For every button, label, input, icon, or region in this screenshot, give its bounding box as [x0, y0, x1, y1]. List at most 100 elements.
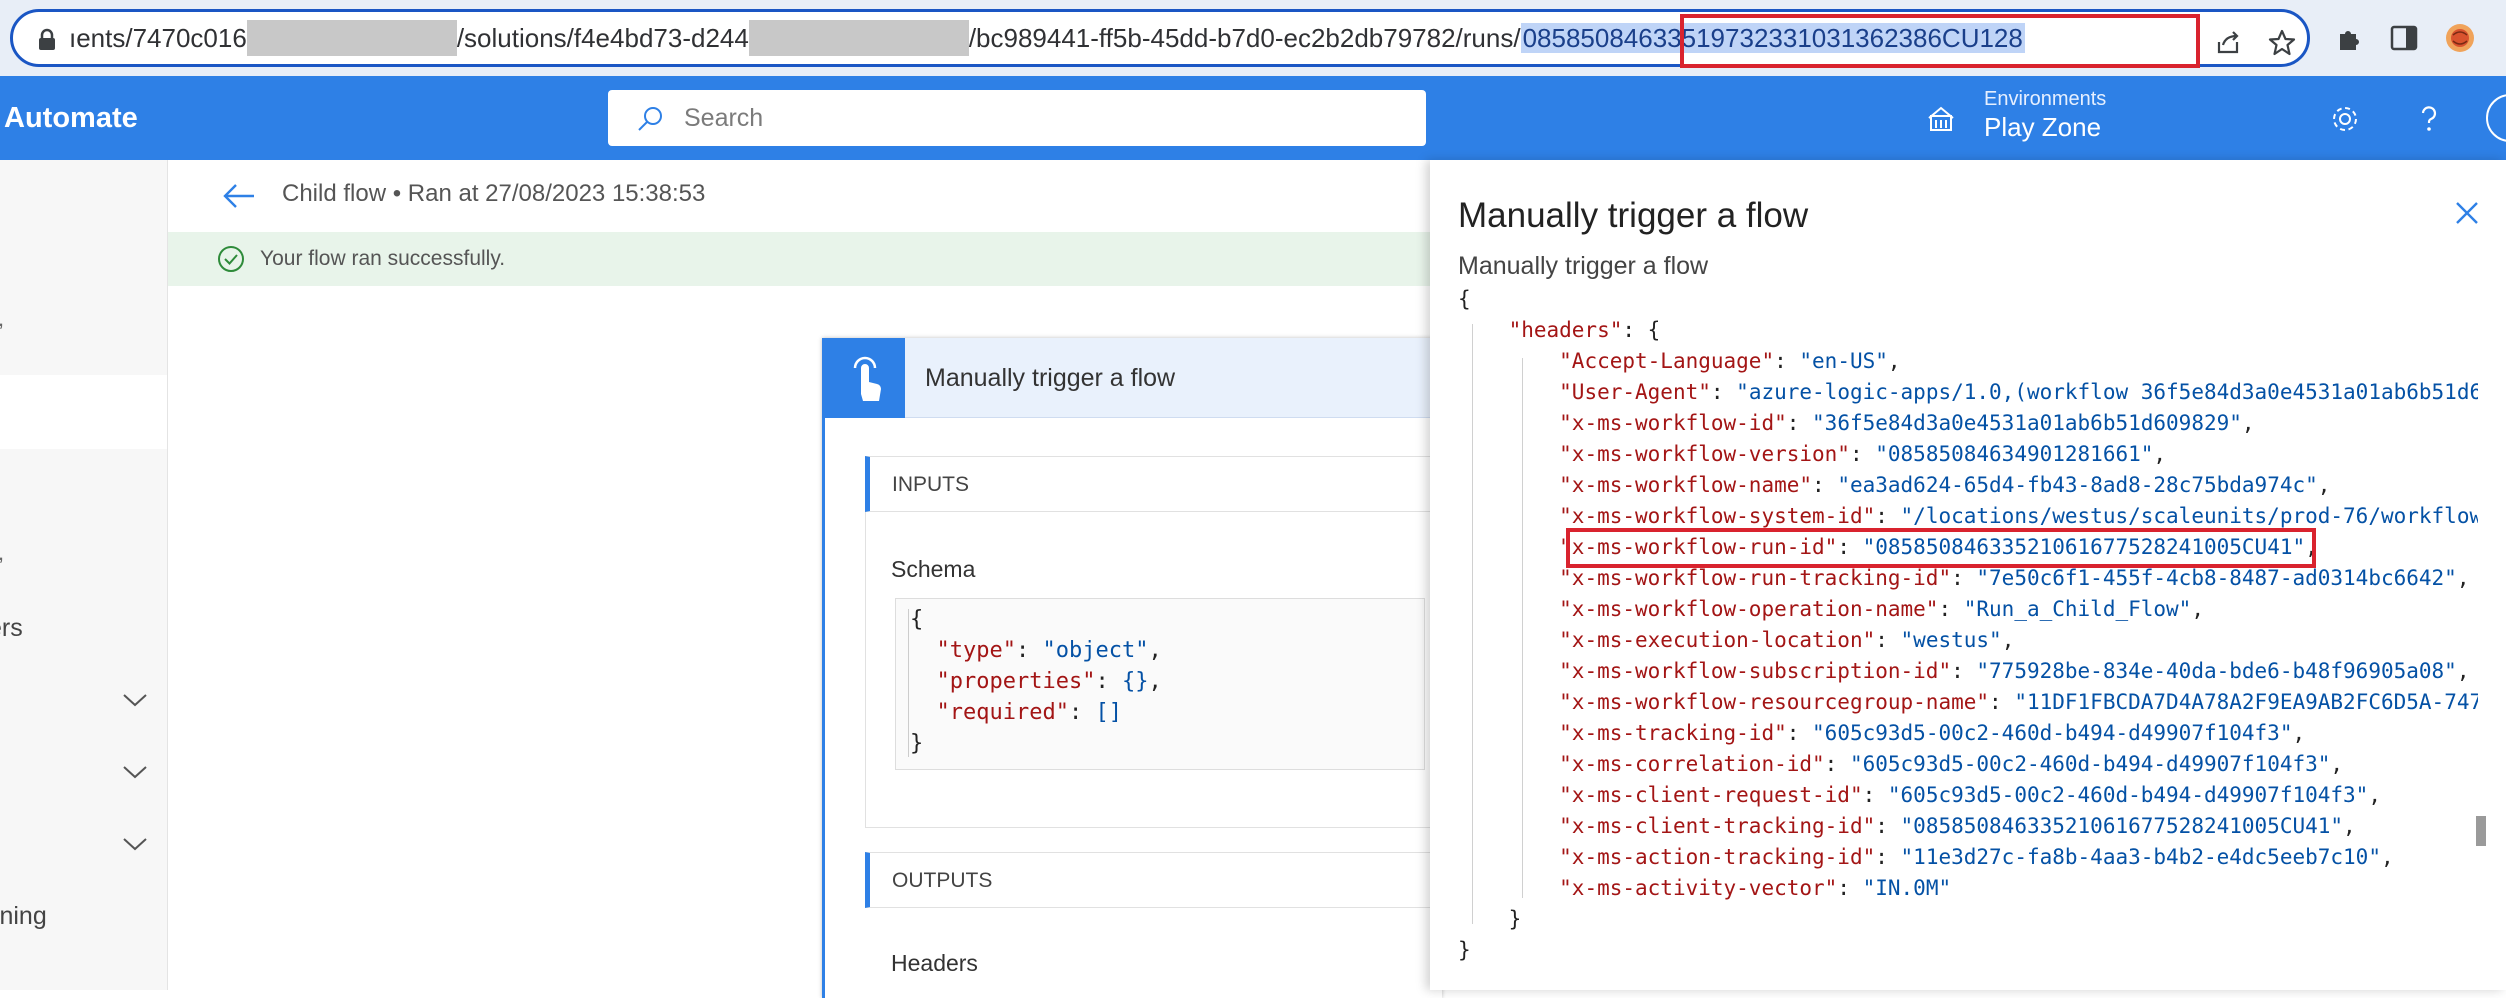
close-icon[interactable]	[2454, 200, 2480, 226]
code-text: :	[1710, 380, 1737, 404]
json-key: "x-ms-execution-location"	[1559, 628, 1876, 652]
settings-gear-icon[interactable]	[2328, 102, 2362, 136]
json-value: {}	[1121, 669, 1149, 694]
json-key: "Accept-Language"	[1559, 349, 1775, 373]
url-segment: runs/	[1462, 23, 1521, 53]
search-placeholder: Search	[684, 104, 764, 132]
code-text: {	[910, 607, 924, 632]
json-value: "08585084634901281661"	[1875, 442, 2154, 466]
code-text: ,	[1887, 349, 1901, 373]
json-key: "headers"	[1508, 318, 1623, 342]
code-text: ,	[2456, 566, 2470, 590]
json-key: "x-ms-workflow-id"	[1559, 411, 1787, 435]
app-title[interactable]: Automate	[4, 76, 138, 160]
code-text: :	[1068, 700, 1096, 725]
json-code-line: "x-ms-correlation-id": "605c93d5-00c2-46…	[1458, 749, 2343, 780]
code-text: :	[1786, 411, 1813, 435]
run-id-highlight-box	[1566, 528, 2316, 568]
trigger-card[interactable]: Manually trigger a flow INPUTS Schema { …	[822, 338, 1445, 998]
lock-icon[interactable]	[35, 28, 59, 52]
scrollbar-thumb[interactable]	[2476, 816, 2486, 846]
redacted-block	[748, 20, 969, 57]
code-text: ,	[2380, 845, 2394, 869]
code-text: : {	[1622, 318, 1661, 342]
json-code-line: "x-ms-tracking-id": "605c93d5-00c2-460d-…	[1458, 718, 2305, 749]
code-text: ,	[2368, 783, 2381, 807]
bookmark-star-icon[interactable]	[2267, 28, 2297, 58]
json-code-viewer[interactable]: { "headers": { "Accept-Language": "en-US…	[1458, 280, 2478, 990]
help-question-icon[interactable]	[2412, 102, 2446, 136]
code-text: :	[1837, 876, 1863, 900]
code-text: ,	[2456, 659, 2470, 683]
json-code-line: "x-ms-execution-location": "westus",	[1458, 625, 2014, 656]
json-key: "x-ms-workflow-name"	[1559, 473, 1813, 497]
schema-code-line: "required": []	[910, 700, 1122, 725]
code-text: }	[1508, 907, 1522, 931]
chevron-down-icon[interactable]	[120, 762, 150, 782]
code-text: :	[1989, 690, 2015, 714]
json-code-line: "User-Agent": "azure-logic-apps/1.0,(wor…	[1458, 377, 2478, 408]
json-value: "36f5e84d3a0e4531a01ab6b51d609829"	[1812, 411, 2242, 435]
json-key: "x-ms-activity-vector"	[1559, 876, 1838, 900]
code-text: ,	[2001, 628, 2015, 652]
json-value: "object"	[1042, 638, 1149, 663]
check-circle-icon	[218, 246, 244, 272]
json-code-line: "x-ms-activity-vector": "IN.0M"	[1458, 873, 1951, 904]
json-key: "x-ms-workflow-version"	[1559, 442, 1850, 466]
json-value: "605c93d5-00c2-460d-b494-d49907f104f3"	[1812, 721, 2293, 745]
chevron-down-icon[interactable]	[120, 690, 150, 710]
side-panel-icon[interactable]	[2388, 22, 2420, 54]
environment-label[interactable]: Environments	[1984, 88, 2106, 111]
environment-icon[interactable]	[1925, 104, 1957, 136]
json-code-line: "x-ms-workflow-id": "36f5e84d3a0e4531a01…	[1458, 408, 2254, 439]
code-text: :	[1774, 349, 1800, 373]
nav-item-partial[interactable]: ers	[0, 614, 23, 643]
share-icon[interactable]	[2213, 28, 2243, 58]
code-scrollbar[interactable]	[2474, 282, 2488, 982]
nav-item-partial[interactable]: aining	[0, 902, 47, 931]
search-input[interactable]: Search	[608, 90, 1426, 146]
back-arrow-icon[interactable]	[222, 182, 256, 210]
trigger-card-header[interactable]: Manually trigger a flow	[825, 338, 1445, 418]
json-code-line: "x-ms-action-tracking-id": "11e3d27c-fa8…	[1458, 842, 2394, 873]
user-avatar[interactable]	[2486, 94, 2506, 142]
nav-item-selected[interactable]	[0, 375, 167, 449]
nav-item-partial[interactable]: ,	[0, 540, 4, 566]
json-key: "x-ms-workflow-system-id"	[1559, 504, 1876, 528]
json-key: "x-ms-correlation-id"	[1559, 752, 1825, 776]
trigger-card-title: Manually trigger a flow	[925, 364, 1176, 392]
code-text: :	[1875, 504, 1901, 528]
json-code-line: "x-ms-client-request-id": "605c93d5-00c2…	[1458, 780, 2381, 811]
schema-code-line: {	[910, 607, 923, 632]
code-text: :	[1015, 638, 1043, 663]
code-text: :	[1786, 721, 1813, 745]
json-code-line: "headers": {	[1458, 315, 1661, 346]
json-value: "11e3d27c-fa8b-4aa3-b4b2-e4dc5eeb7c10"	[1900, 845, 2381, 869]
browser-toolbar: ıents/7470c016/solutions/f4e4bd73-d244/b…	[0, 0, 2506, 76]
json-key: "properties"	[936, 669, 1096, 694]
code-text: :	[1951, 566, 1977, 590]
code-text: :	[1849, 442, 1876, 466]
json-value: "08585084633521061677528241005CU41"	[1900, 814, 2344, 838]
profile-avatar-icon[interactable]	[2444, 22, 2476, 54]
chevron-down-icon[interactable]	[120, 834, 150, 854]
extensions-icon[interactable]	[2334, 22, 2366, 54]
json-code-line: "x-ms-workflow-version": "08585084634901…	[1458, 439, 2166, 470]
json-key: "x-ms-workflow-operation-name"	[1559, 597, 1939, 621]
code-text: }	[910, 731, 924, 756]
code-text: :	[1862, 783, 1888, 807]
json-code-line: }	[1458, 935, 1471, 966]
url-segment: /bc989441-ff5b-45dd-b7d0-ec2b2db79782/	[968, 23, 1463, 53]
environment-name[interactable]: Play Zone	[1984, 112, 2101, 143]
nav-item-partial[interactable]: ,	[0, 306, 4, 332]
